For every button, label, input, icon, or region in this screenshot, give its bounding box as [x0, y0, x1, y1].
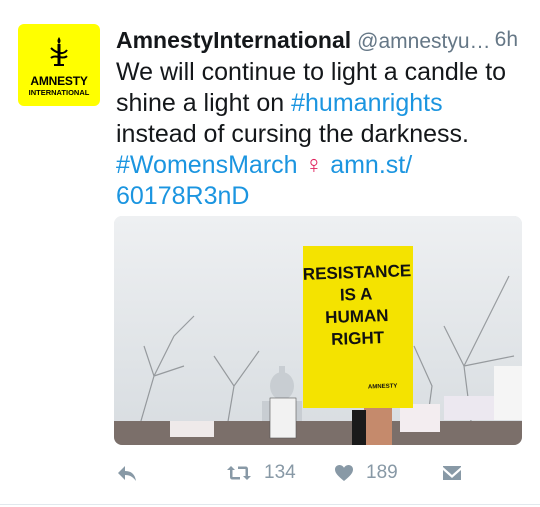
- tweet-timestamp[interactable]: 6h: [495, 28, 518, 52]
- retweet-button[interactable]: 134: [226, 458, 296, 488]
- sign-brand: AMNESTY: [367, 383, 398, 391]
- hashtag-humanrights-link[interactable]: #humanrights: [291, 89, 442, 117]
- tweet-actions: 134 189: [116, 458, 526, 488]
- avatar-brand-line2: INTERNATIONAL: [28, 88, 90, 97]
- heart-icon: [335, 465, 353, 481]
- user-handle[interactable]: @amnestyu…: [357, 30, 490, 53]
- avatar-brand-line1: AMNESTY: [30, 74, 88, 88]
- hashtag-womensmarch-link[interactable]: #WomensMarch: [116, 151, 298, 179]
- envelope-icon: [443, 466, 461, 480]
- tweet-photo[interactable]: RESISTANCE IS A HUMAN RIGHT AMNESTY: [114, 216, 522, 445]
- tweet-header: AmnestyInternational @amnestyu… 6h: [116, 27, 526, 55]
- retweet-count: 134: [264, 462, 296, 483]
- display-name[interactable]: AmnestyInternational: [116, 27, 351, 53]
- direct-message-button[interactable]: [442, 458, 462, 488]
- sign-line-4: RIGHT: [330, 328, 385, 349]
- reply-button[interactable]: [116, 458, 138, 488]
- reply-icon: [118, 466, 136, 481]
- sign-line-1: RESISTANCE: [302, 261, 412, 284]
- retweet-icon: [227, 466, 251, 480]
- tweet-divider: [0, 504, 540, 505]
- candle-logo-icon: [50, 37, 68, 66]
- like-count: 189: [366, 462, 398, 483]
- avatar[interactable]: AMNESTY INTERNATIONAL: [18, 24, 100, 106]
- female-sign-emoji: ♀: [304, 151, 324, 179]
- protest-sign: RESISTANCE IS A HUMAN RIGHT: [302, 260, 412, 352]
- tweet-text-part2: instead of cursing the darkness.: [116, 120, 469, 148]
- tweet-card[interactable]: AMNESTY INTERNATIONAL AmnestyInternation…: [0, 0, 540, 507]
- tweet-text: We will continue to light a candle to sh…: [116, 57, 526, 212]
- like-button[interactable]: 189: [334, 458, 398, 488]
